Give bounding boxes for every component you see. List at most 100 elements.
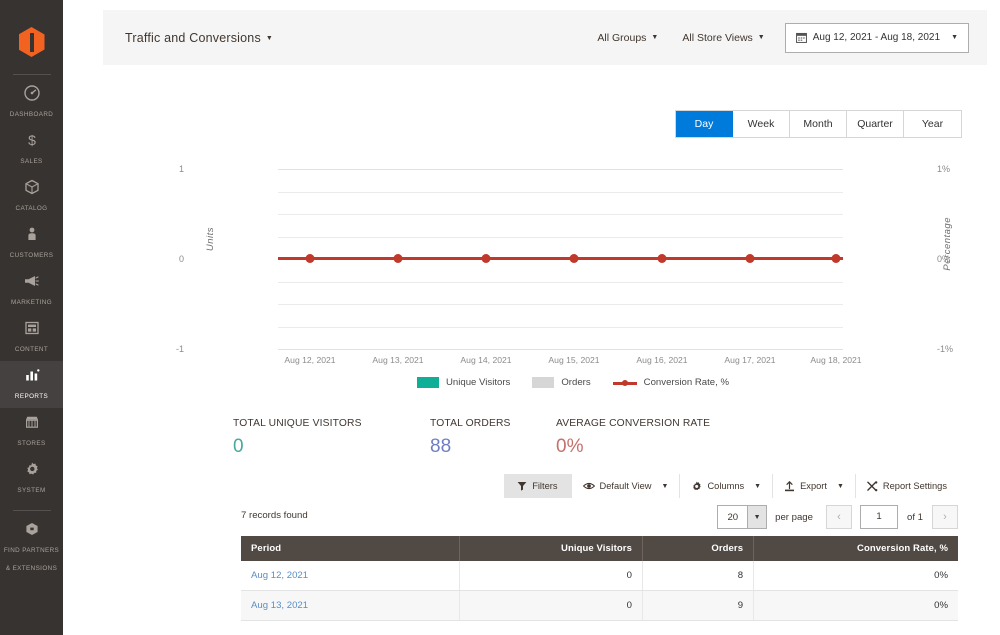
chevron-down-icon: ▼ [651, 34, 659, 42]
table-head: Period Unique Visitors Orders Conversion… [241, 536, 958, 561]
column-header-conversion-rate[interactable]: Conversion Rate, % [753, 536, 958, 561]
chart-y-tick: -1 [175, 344, 184, 354]
total-value: 0% [556, 436, 584, 457]
data-point[interactable] [657, 254, 667, 263]
sidebar-item-find-partners[interactable]: FIND PARTNERS & EXTENSIONS [0, 515, 63, 580]
date-range-picker[interactable]: Aug 12, 2021 - Aug 18, 2021 ▼ [784, 22, 969, 53]
sidebar-item-label: CATALOG [15, 205, 48, 212]
traffic-conversions-chart: Units Percentage 1 0 -1 1% 0% -1% Aug 12… [176, 155, 953, 388]
data-point[interactable] [393, 254, 403, 263]
column-header-period[interactable]: Period [241, 536, 461, 561]
report-settings-button[interactable]: Report Settings [854, 474, 958, 498]
next-page-button[interactable]: › [932, 505, 958, 529]
data-point[interactable] [305, 254, 315, 263]
sidebar-divider-top [12, 74, 51, 75]
chart-y-tick: 0 [178, 254, 184, 264]
sidebar-item-label: CONTENT [14, 346, 49, 353]
sidebar-item-customers[interactable]: CUSTOMERS [0, 220, 63, 267]
legend-label: Unique Visitors [445, 377, 511, 388]
current-page-input[interactable]: 1 [859, 505, 898, 529]
chevron-down-icon: ▼ [661, 482, 669, 490]
prev-page-button[interactable]: ‹ [825, 505, 852, 529]
default-view-label: Default View [599, 481, 652, 491]
data-point[interactable] [569, 254, 579, 263]
sidebar-item-system[interactable]: SYSTEM [0, 455, 63, 502]
content-icon [2, 320, 61, 336]
chart-y-axis-title: Units [205, 227, 216, 252]
per-page-label: per page [775, 511, 813, 523]
cell-unique-visitors: 0 [459, 590, 643, 621]
data-point[interactable] [831, 254, 841, 263]
export-button[interactable]: Export ▼ [772, 474, 855, 498]
eye-icon [582, 481, 595, 491]
default-view-button[interactable]: Default View ▼ [570, 474, 680, 498]
column-header-orders[interactable]: Orders [642, 536, 755, 561]
cell-conversion-rate: 0% [753, 561, 958, 591]
chevron-down-icon: ▼ [951, 34, 958, 41]
data-point[interactable] [481, 254, 491, 263]
reports-icon [2, 367, 61, 383]
chevron-down-icon: ▼ [265, 34, 274, 42]
chevron-left-icon: ‹ [837, 511, 841, 523]
magento-logo[interactable] [0, 18, 63, 66]
sidebar-item-dashboard[interactable]: DASHBOARD [0, 79, 63, 126]
legend-item-unique-visitors[interactable]: Unique Visitors [416, 377, 511, 388]
chart-x-tick: Aug 18, 2021 [810, 355, 862, 365]
gridline [278, 304, 843, 305]
system-icon [2, 461, 61, 477]
funnel-icon [517, 481, 527, 491]
legend-item-conversion-rate[interactable]: Conversion Rate, % [612, 377, 729, 388]
columns-button[interactable]: Columns ▼ [679, 474, 772, 498]
table-header-row: Period Unique Visitors Orders Conversion… [241, 536, 958, 561]
gridline [278, 281, 843, 283]
sidebar-item-content[interactable]: CONTENT [0, 314, 63, 361]
page-title: Traffic and Conversions [125, 30, 261, 45]
tab-quarter[interactable]: Quarter [847, 111, 904, 137]
report-table-element: Period Unique Visitors Orders Conversion… [241, 536, 958, 621]
per-page-select[interactable]: 20 ▼ [717, 505, 768, 529]
period-link[interactable]: Aug 12, 2021 [251, 570, 308, 581]
sidebar-item-label: CUSTOMERS [9, 252, 54, 259]
gridline [278, 214, 843, 215]
series-conversion-rate-line [278, 257, 843, 260]
table-row[interactable]: Aug 13, 2021 0 9 0% [241, 590, 958, 621]
data-point[interactable] [745, 254, 755, 263]
sidebar-item-sales[interactable]: $ SALES [0, 126, 63, 173]
sidebar-item-marketing[interactable]: MARKETING [0, 267, 63, 314]
chart-y2-tick: 1% [937, 164, 951, 174]
calendar-icon [795, 32, 807, 43]
column-header-unique-visitors[interactable]: Unique Visitors [459, 536, 643, 561]
tools-icon [867, 480, 878, 492]
table-body: Aug 12, 2021 0 8 0% Aug 13, 2021 0 9 0% [241, 561, 958, 621]
chevron-right-icon: › [943, 511, 947, 523]
records-found-label: 7 records found [241, 510, 308, 521]
sidebar-item-reports[interactable]: REPORTS [0, 361, 63, 408]
stores-icon [2, 414, 61, 430]
table-row[interactable]: Aug 12, 2021 0 8 0% [241, 561, 958, 591]
tab-month[interactable]: Month [790, 111, 847, 137]
grid-controls: 7 records found 20 ▼ per page ‹ 1 of 1 › [241, 505, 958, 531]
total-value: 0 [233, 436, 244, 457]
legend-item-orders[interactable]: Orders [532, 377, 591, 388]
page-title-dropdown[interactable]: Traffic and Conversions ▼ [125, 31, 273, 45]
sidebar-item-stores[interactable]: STORES [0, 408, 63, 455]
groups-filter[interactable]: All Groups ▼ [597, 32, 658, 44]
total-orders: TOTAL ORDERS 88 [430, 418, 556, 458]
gridline [278, 349, 843, 350]
filters-button[interactable]: Filters [504, 474, 571, 498]
sidebar-item-label: REPORTS [14, 393, 49, 400]
store-views-filter[interactable]: All Store Views ▼ [682, 32, 764, 44]
tab-week[interactable]: Week [733, 111, 790, 137]
sales-icon: $ [2, 132, 61, 148]
sidebar-item-catalog[interactable]: CATALOG [0, 173, 63, 220]
report-table: Period Unique Visitors Orders Conversion… [241, 536, 958, 621]
tab-year[interactable]: Year [904, 111, 961, 137]
period-link[interactable]: Aug 13, 2021 [251, 600, 308, 611]
chart-x-tick: Aug 15, 2021 [548, 355, 600, 365]
tab-day[interactable]: Day [676, 111, 733, 137]
sidebar-item-label: FIND PARTNERS & EXTENSIONS [3, 547, 60, 572]
filters-label: Filters [532, 481, 558, 491]
sidebar-item-label: SYSTEM [17, 487, 46, 494]
dashboard-icon [2, 85, 61, 101]
gear-icon [691, 481, 702, 492]
